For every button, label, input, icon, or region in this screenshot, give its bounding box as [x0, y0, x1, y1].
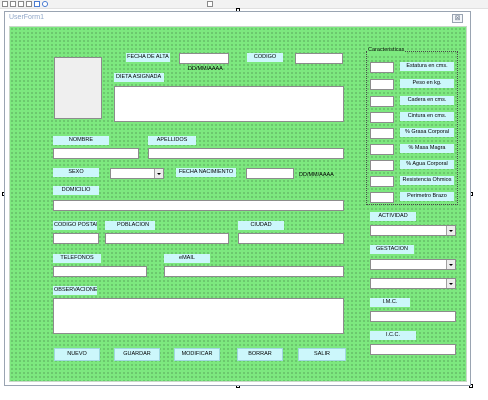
- observaciones-label: OBSERVACIONES: [53, 286, 97, 295]
- masa-magra-input[interactable]: [370, 144, 394, 155]
- fecha-alta-label: FECHA DE ALTA: [126, 53, 170, 62]
- codigo-label: CODIGO: [247, 53, 283, 62]
- actividad-combo[interactable]: [370, 225, 456, 236]
- icc-label: I.C.C.: [370, 331, 416, 340]
- peso-label: Peso en kg.: [400, 79, 454, 88]
- photo-box[interactable]: [54, 57, 102, 119]
- dropdown-arrow-icon[interactable]: [446, 260, 455, 269]
- poblacion-label: POBLACION: [105, 221, 155, 230]
- resistencia-input[interactable]: [370, 176, 394, 187]
- estatura-label: Estatura en cms.: [400, 62, 454, 71]
- redo-icon[interactable]: [18, 1, 24, 7]
- agua-label: % Agua Corporal: [400, 160, 454, 169]
- actividad-label: ACTIVIDAD: [370, 212, 416, 221]
- cadera-label: Cadera en cms.: [400, 96, 454, 105]
- gestacion-combo[interactable]: [370, 259, 456, 270]
- resistencia-label: Resistencia Ohmios: [400, 176, 454, 185]
- perimetro-input[interactable]: [370, 192, 394, 203]
- dropdown-arrow-icon[interactable]: [154, 169, 163, 178]
- perimetro-label: Perimetro Brazo: [400, 192, 454, 201]
- cp-label: CODIGO POSTAL: [53, 221, 97, 230]
- grasa-label: % Grasa Corporal: [400, 128, 454, 137]
- cadera-input[interactable]: [370, 96, 394, 107]
- apellidos-input[interactable]: [148, 148, 344, 159]
- gestacion-label: GESTACION: [370, 245, 414, 254]
- caracteristicas-title: Caracteristicas: [367, 47, 406, 54]
- date-format-hint: DD/MM/AAAA: [188, 66, 223, 72]
- guardar-button[interactable]: GUARDAR: [114, 348, 160, 361]
- domicilio-label: DOMICILIO: [53, 186, 99, 195]
- apellidos-label: APELLIDOS: [148, 136, 196, 145]
- userform-titlebar: [5, 12, 470, 25]
- imc-label: I.M.C.: [370, 298, 410, 307]
- save-icon[interactable]: [2, 1, 8, 7]
- cintura-label: Cintura en cms.: [400, 112, 454, 121]
- agua-input[interactable]: [370, 160, 394, 171]
- peso-input[interactable]: [370, 79, 394, 90]
- email-input[interactable]: [164, 266, 344, 277]
- dropdown-arrow-icon[interactable]: [446, 279, 455, 288]
- masa-magra-label: % Masa Magra: [400, 144, 454, 153]
- date-format-hint-2: DD/MM/AAAA: [299, 172, 334, 178]
- grasa-input[interactable]: [370, 128, 394, 139]
- modificar-button[interactable]: MODIFICAR: [174, 348, 220, 361]
- telefonos-label: TELEFONOS: [53, 254, 101, 263]
- ciudad-input[interactable]: [238, 233, 344, 244]
- telefonos-input[interactable]: [53, 266, 147, 277]
- undo-icon[interactable]: [10, 1, 16, 7]
- nombre-input[interactable]: [53, 148, 139, 159]
- nuevo-button[interactable]: NUEVO: [54, 348, 100, 361]
- editor-toolbar: [0, 0, 488, 9]
- fecha-nac-label: FECHA NACIMIENTO: [176, 168, 236, 177]
- design-icon[interactable]: [42, 1, 48, 7]
- break-icon[interactable]: [34, 1, 40, 7]
- poblacion-input[interactable]: [105, 233, 229, 244]
- imc-input[interactable]: [370, 311, 456, 322]
- dieta-label: DIETA ASIGNADA: [114, 73, 164, 82]
- borrar-button[interactable]: BORRAR: [237, 348, 283, 361]
- sexo-combo[interactable]: [110, 168, 164, 179]
- help-icon[interactable]: [207, 1, 213, 7]
- nombre-label: NOMBRE: [53, 136, 109, 145]
- ciudad-label: CIUDAD: [238, 221, 284, 230]
- cp-input[interactable]: [53, 233, 99, 244]
- dieta-textarea[interactable]: [114, 86, 344, 122]
- observaciones-textarea[interactable]: [53, 298, 344, 334]
- email-label: eMAIL: [164, 254, 210, 263]
- fecha-nac-input[interactable]: [246, 168, 294, 179]
- icc-input[interactable]: [370, 344, 456, 355]
- salir-button[interactable]: SALIR: [298, 348, 346, 361]
- run-icon[interactable]: [26, 1, 32, 7]
- dropdown-arrow-icon[interactable]: [446, 226, 455, 235]
- cintura-input[interactable]: [370, 112, 394, 123]
- gestacion-combo-2[interactable]: [370, 278, 456, 289]
- sexo-label: SEXO: [53, 168, 99, 177]
- codigo-input[interactable]: [295, 53, 343, 64]
- close-icon[interactable]: ⊠: [452, 14, 463, 23]
- userform-title: UserForm1: [9, 14, 45, 21]
- estatura-input[interactable]: [370, 62, 394, 73]
- fecha-alta-input[interactable]: [179, 53, 229, 64]
- domicilio-input[interactable]: [53, 200, 344, 211]
